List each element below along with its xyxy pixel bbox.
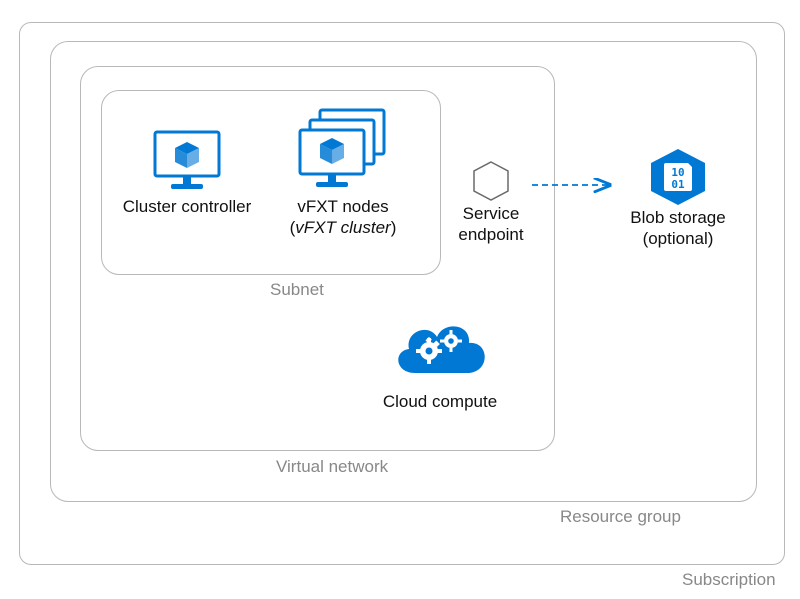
cloud-compute-label: Cloud compute [370, 391, 510, 412]
blob-storage-icon: 10 01 [645, 147, 711, 207]
service-endpoint-label-1: Service [449, 203, 533, 224]
vfxt-paren-close: ) [391, 218, 397, 237]
cluster-controller-node: Cluster controller [122, 128, 252, 217]
cluster-controller-label: Cluster controller [122, 196, 252, 217]
svg-text:01: 01 [671, 178, 685, 191]
vfxt-nodes-label-2: (vFXT cluster) [268, 217, 418, 238]
vfxt-nodes-label-1: vFXT nodes [268, 196, 418, 217]
monitor-cube-icon [151, 128, 223, 196]
dashed-arrow-icon [530, 177, 622, 193]
monitors-stack-cube-icon [288, 106, 398, 196]
cloud-compute-node: Cloud compute [370, 313, 510, 412]
blob-storage-node: 10 01 Blob storage (optional) [618, 147, 738, 250]
resource-group-label: Resource group [560, 507, 681, 527]
blob-storage-label-1: Blob storage [618, 207, 738, 228]
service-endpoint-label-2: endpoint [449, 224, 533, 245]
subscription-label: Subscription [682, 570, 776, 590]
vfxt-cluster-italic: vFXT cluster [295, 218, 390, 237]
vfxt-nodes-node: vFXT nodes (vFXT cluster) [268, 106, 418, 239]
cloud-gears-icon [385, 313, 495, 391]
blob-storage-label-2: (optional) [618, 228, 738, 249]
hexagon-icon [469, 159, 513, 203]
subnet-label: Subnet [270, 280, 324, 300]
service-endpoint-node: Service endpoint [449, 159, 533, 246]
virtual-network-label: Virtual network [276, 457, 388, 477]
